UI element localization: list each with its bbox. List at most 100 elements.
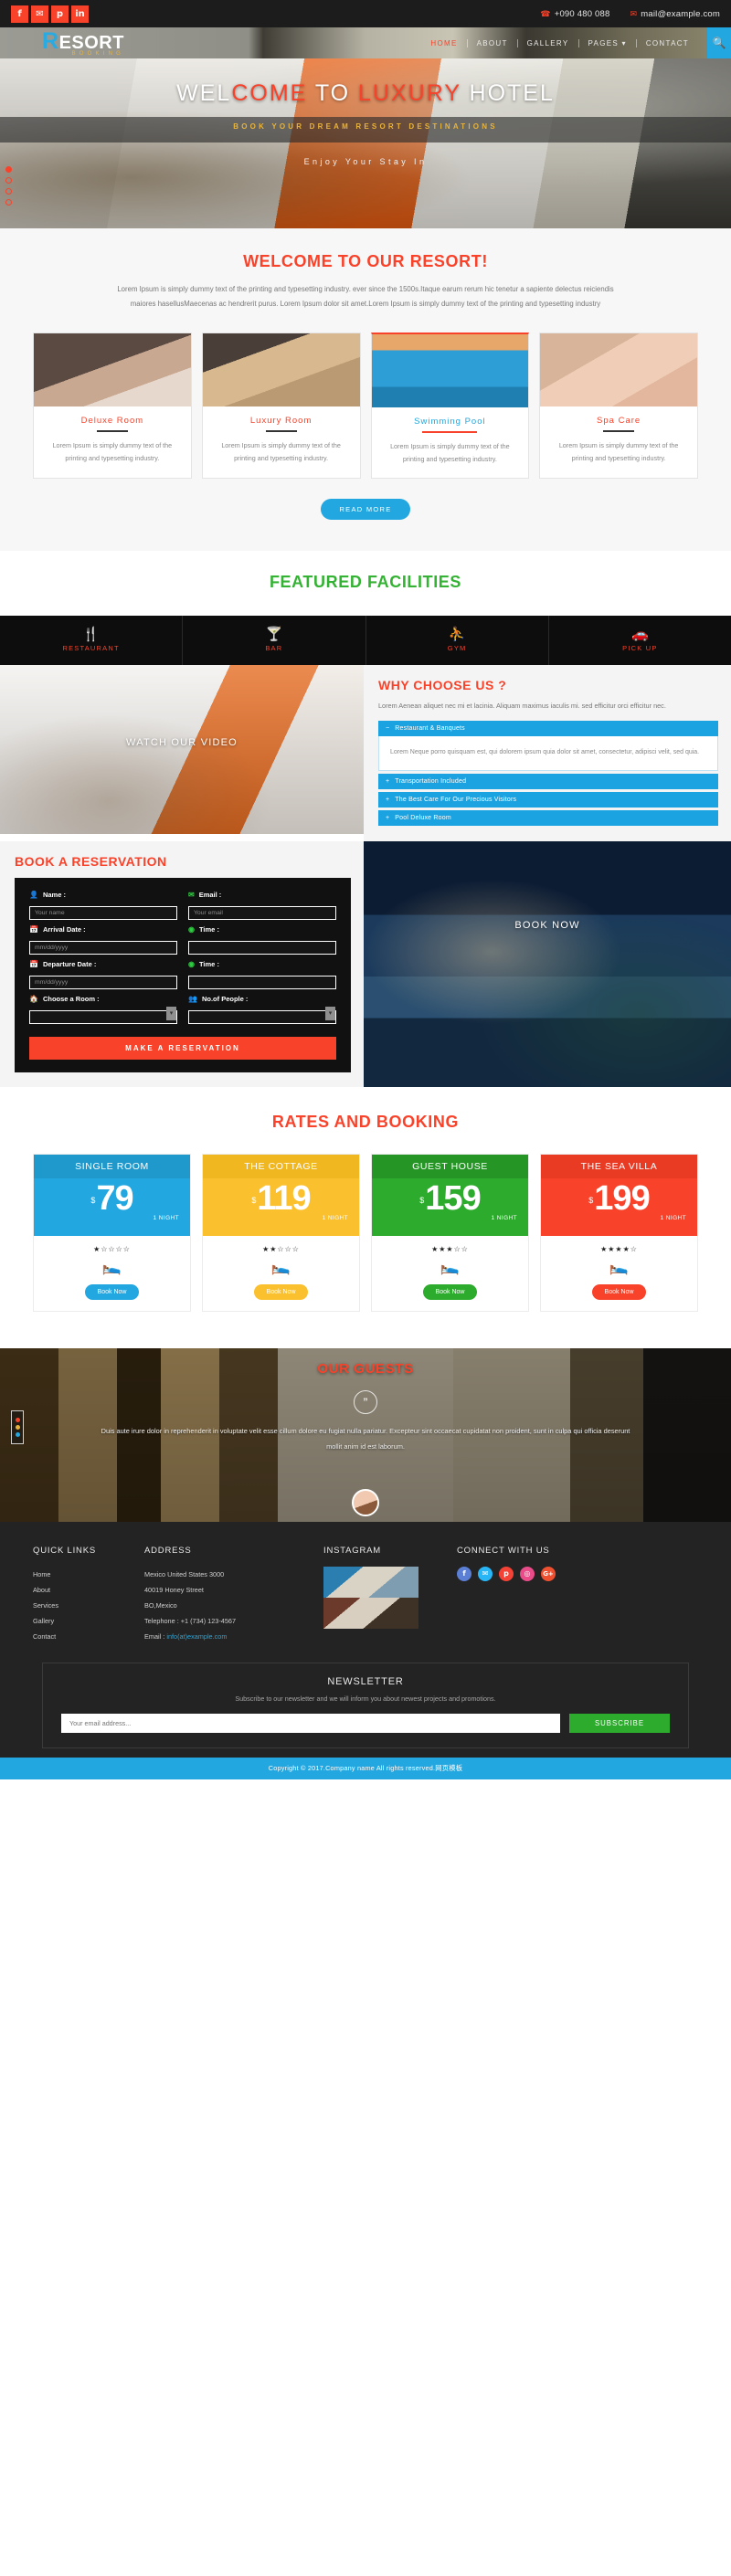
instagram-thumb-1[interactable] — [323, 1566, 418, 1598]
footer-link-about[interactable]: About — [33, 1582, 121, 1598]
departure-label-wrap: 📅 Departure Date : — [29, 960, 177, 968]
people-select[interactable] — [188, 1009, 336, 1024]
facilities-title: FEATURED FACILITIES — [269, 572, 462, 591]
instagram-thumb-2[interactable] — [323, 1597, 418, 1629]
car-icon: 🚗 — [631, 626, 649, 643]
field-people: 👥 No.of People : — [188, 995, 336, 1024]
nav-item-pages[interactable]: PAGES ▾ — [579, 38, 637, 48]
plan-price: $159 1 NIGHT — [372, 1177, 528, 1236]
book-now-button[interactable]: Book Now — [591, 1283, 647, 1300]
clock-icon: ◉ — [188, 924, 195, 934]
video-why-row: WATCH OUR VIDEO WHY CHOOSE US ? Lorem Ae… — [0, 664, 731, 841]
pinterest-icon[interactable]: p — [499, 1566, 514, 1581]
phone-icon: ☎ — [540, 8, 551, 18]
facebook-icon[interactable]: f — [457, 1566, 471, 1581]
pinterest-icon[interactable]: p — [51, 5, 69, 23]
facility-bar[interactable]: 🍸 BAR — [183, 615, 366, 665]
facilities-heading-wrap: FEATURED FACILITIES — [0, 550, 731, 616]
footer-social-links: f ✉ p ◎ G+ — [457, 1566, 698, 1581]
newsletter-email-input[interactable] — [61, 1714, 560, 1734]
gym-person-icon: ⛹ — [448, 626, 466, 643]
footer-connect: CONNECT WITH US f ✉ p ◎ G+ — [457, 1546, 698, 1645]
testimonial-dot-2[interactable] — [15, 1424, 20, 1430]
address-email-link[interactable]: info(at)example.com — [166, 1632, 227, 1641]
plan-price: $79 1 NIGHT — [34, 1177, 190, 1236]
accordion-header[interactable]: + Transportation Included — [378, 773, 718, 789]
book-now-button[interactable]: Book Now — [253, 1283, 309, 1300]
bed-icon: 🛌 — [440, 1257, 461, 1275]
twitter-icon[interactable]: ✉ — [31, 5, 48, 23]
footer-link-services[interactable]: Services — [33, 1598, 121, 1613]
phone-contact[interactable]: ☎ +090 480 088 — [540, 9, 609, 19]
nav-item-home[interactable]: HOME — [421, 38, 468, 48]
twitter-icon[interactable]: ✉ — [478, 1566, 493, 1581]
facility-pickup[interactable]: 🚗 PICK UP — [549, 616, 731, 665]
hero-slider-dots[interactable] — [5, 166, 12, 206]
watch-video-panel[interactable]: WATCH OUR VIDEO — [0, 664, 364, 834]
logo[interactable]: RESORT BOOKING — [42, 29, 124, 57]
email-input[interactable] — [188, 905, 336, 920]
email-contact[interactable]: ✉ mail@example.com — [630, 9, 720, 19]
address-line-3: BO,Mexico — [144, 1600, 177, 1610]
room-card-spa-care[interactable]: Spa Care Lorem Ipsum is simply dummy tex… — [539, 332, 698, 479]
calendar-icon: 📅 — [29, 924, 38, 934]
facility-gym[interactable]: ⛹ GYM — [366, 615, 549, 665]
subscribe-button[interactable]: SUBSCRIBE — [569, 1714, 670, 1734]
pricing-plan-list: SINGLE ROOM $79 1 NIGHT ★☆☆☆☆ 🛌 Book Now… — [0, 1153, 731, 1312]
facilities-bar: 🍴 RESTAURANT 🍸 BAR ⛹ GYM 🚗 PICK UP — [0, 615, 731, 665]
nav-item-about[interactable]: ABOUT — [468, 38, 518, 48]
plus-icon: + — [386, 796, 390, 803]
accordion-header[interactable]: + Pool Deluxe Room — [378, 809, 718, 826]
email-label-wrap: ✉ Email : — [188, 891, 336, 899]
hero-dot-1[interactable] — [5, 166, 12, 173]
title-underline — [603, 429, 635, 432]
book-now-panel[interactable]: BOOK NOW — [364, 840, 731, 1087]
room-select[interactable] — [29, 1009, 177, 1024]
arrival-date-input[interactable] — [29, 940, 177, 955]
room-card-swimming-pool[interactable]: Swimming Pool Lorem Ipsum is simply dumm… — [370, 332, 530, 479]
accordion-label: Transportation Included — [395, 777, 467, 785]
footer-link-contact[interactable]: Contact — [33, 1629, 121, 1644]
accordion-header[interactable]: + The Best Care For Our Precious Visitor… — [378, 791, 718, 808]
footer-link-gallery[interactable]: Gallery — [33, 1613, 121, 1629]
accordion-header[interactable]: − Restaurant & Banquets — [378, 720, 718, 736]
testimonial-dot-3[interactable] — [15, 1431, 20, 1437]
book-now-button[interactable]: Book Now — [422, 1283, 478, 1300]
read-more-button[interactable]: READ MORE — [321, 498, 410, 520]
testimonial-dots[interactable] — [11, 1409, 24, 1444]
footer-columns: QUICK LINKS Home About Services Gallery … — [33, 1546, 698, 1645]
testimonial-dot-1[interactable] — [15, 1417, 20, 1422]
hero-dot-3[interactable] — [5, 188, 12, 195]
linkedin-icon[interactable]: in — [71, 5, 89, 23]
make-reservation-button[interactable]: MAKE A RESERVATION — [29, 1036, 336, 1060]
currency-symbol: $ — [90, 1196, 96, 1206]
footer-link-home[interactable]: Home — [33, 1567, 121, 1582]
departure-time-input[interactable] — [188, 975, 336, 989]
welcome-lead: Lorem Ipsum is simply dummy text of the … — [117, 285, 614, 309]
room-card-luxury[interactable]: Luxury Room Lorem Ipsum is simply dummy … — [201, 332, 361, 479]
page-root: f ✉ p in ☎ +090 480 088 ✉ mail@example.c… — [0, 0, 731, 1780]
newsletter-title: NEWSLETTER — [327, 1676, 404, 1688]
facebook-icon[interactable]: f — [11, 5, 28, 23]
arrival-time-input[interactable] — [188, 940, 336, 955]
google-plus-icon[interactable]: G+ — [541, 1566, 556, 1581]
nav-item-contact[interactable]: CONTACT — [637, 39, 698, 48]
hero-dot-4[interactable] — [5, 199, 12, 206]
room-card-title: Luxury Room — [249, 415, 313, 426]
name-input[interactable] — [29, 905, 177, 920]
book-now-button[interactable]: Book Now — [84, 1283, 140, 1300]
dribbble-icon[interactable]: ◎ — [520, 1566, 535, 1581]
room-card-deluxe[interactable]: Deluxe Room Lorem Ipsum is simply dummy … — [33, 332, 192, 479]
arrival-time-label-wrap: ◉ Time : — [188, 925, 336, 934]
nav-item-gallery[interactable]: GALLERY — [518, 38, 579, 48]
search-icon[interactable]: 🔍 — [707, 27, 731, 58]
testimonials-title: OUR GUESTS — [317, 1360, 414, 1377]
footer-address: ADDRESS Mexico United States 3000 40019 … — [144, 1546, 300, 1645]
facility-restaurant[interactable]: 🍴 RESTAURANT — [0, 615, 184, 665]
hero-dot-2[interactable] — [5, 177, 12, 184]
room-card-text: Lorem Ipsum is simply dummy text of the … — [52, 440, 173, 463]
rates-section: RATES AND BOOKING SINGLE ROOM $79 1 NIGH… — [0, 1086, 731, 1348]
departure-date-input[interactable] — [29, 975, 177, 989]
top-social-links: f ✉ p in — [11, 5, 89, 23]
price-value: 79 — [96, 1178, 133, 1218]
